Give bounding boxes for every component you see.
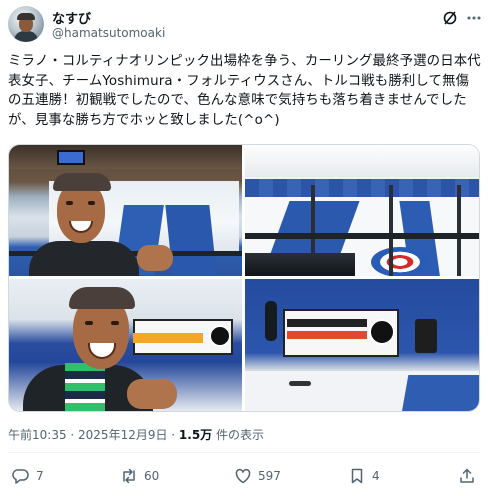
photo-curling-sheets[interactable]	[245, 145, 479, 276]
reply-button[interactable]: 7	[12, 466, 44, 486]
post-timestamp[interactable]: 午前10:35 · 2025年12月9日 ·	[8, 428, 179, 442]
user-handle[interactable]: @hamatsutomoaki	[52, 26, 165, 40]
views-count: 1.5万	[178, 428, 213, 442]
photo-selfie-rink-1[interactable]	[9, 145, 242, 276]
reply-icon	[12, 469, 29, 484]
user-display-name[interactable]: なすび	[52, 8, 91, 27]
repost-count: 60	[144, 469, 160, 483]
views-suffix: 件の表示	[212, 428, 265, 442]
divider	[8, 452, 480, 453]
share-button[interactable]	[458, 466, 476, 486]
photo-selfie-scoreboard[interactable]	[9, 279, 242, 411]
bookmark-count: 4	[372, 469, 380, 483]
tv-screen	[57, 150, 85, 165]
post-meta: 午前10:35 · 2025年12月9日 · 1.5万 件の表示	[8, 426, 264, 443]
grok-icon[interactable]	[442, 10, 458, 26]
scoreboard-logo	[369, 319, 395, 345]
more-icon[interactable]	[466, 10, 482, 26]
curling-house	[371, 247, 429, 276]
bookmark-button[interactable]: 4	[348, 466, 380, 486]
heart-icon	[235, 468, 251, 484]
post-header: なすび @hamatsutomoaki	[8, 6, 482, 46]
photo-grid	[8, 144, 480, 412]
avatar[interactable]	[8, 6, 44, 42]
chair	[415, 319, 437, 353]
like-button[interactable]: 597	[234, 466, 281, 486]
share-icon	[460, 468, 474, 483]
repost-button[interactable]: 60	[120, 466, 159, 486]
repost-icon	[123, 468, 135, 484]
like-count: 597	[258, 469, 281, 483]
scoreboard-logo	[209, 325, 231, 347]
photo-scoreboard[interactable]	[245, 279, 479, 411]
bookmark-icon	[351, 468, 363, 484]
action-bar: 7 60 597 4	[8, 462, 480, 490]
scarf	[65, 363, 105, 411]
avatar-shirt	[14, 31, 38, 42]
avatar-cap	[17, 13, 35, 20]
post-text: ミラノ・コルティナオリンピック出場枠を争う、カーリング最終予選の日本代表女子、チ…	[8, 54, 481, 128]
official-person	[265, 301, 277, 341]
reply-count: 7	[36, 469, 44, 483]
